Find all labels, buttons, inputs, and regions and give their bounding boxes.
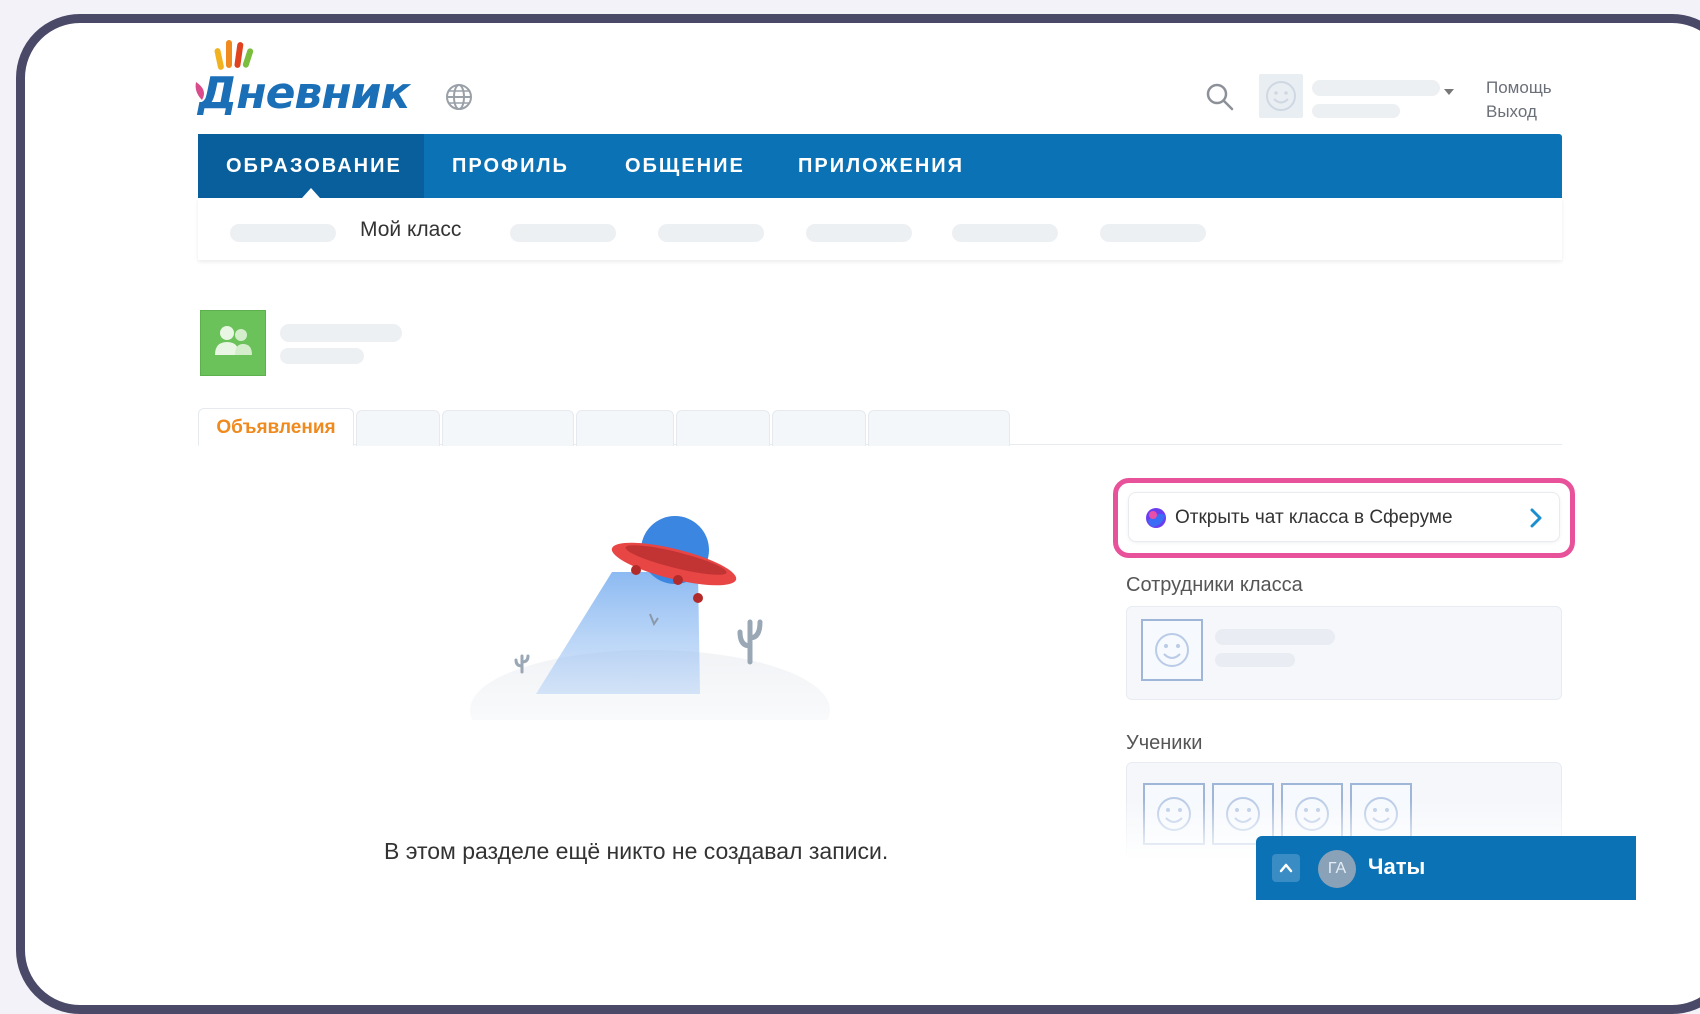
logo-text: Дневник	[198, 68, 410, 119]
highlight-frame	[1113, 478, 1575, 558]
main-nav: ОБРАЗОВАНИЕ ПРОФИЛЬ ОБЩЕНИЕ ПРИЛОЖЕНИЯ	[198, 134, 1562, 198]
tab-placeholder[interactable]	[356, 410, 440, 446]
ufo-illustration-icon	[470, 516, 830, 720]
users-icon	[215, 326, 252, 355]
logout-link[interactable]: Выход	[1486, 102, 1537, 122]
tab-announcements[interactable]: Объявления	[198, 408, 354, 446]
nav-item-communication[interactable]: ОБЩЕНИЕ	[625, 134, 745, 198]
help-link[interactable]: Помощь	[1486, 78, 1552, 98]
subnav-item-placeholder[interactable]	[952, 224, 1058, 242]
class-info-placeholder	[280, 348, 364, 364]
smiley-placeholder-icon	[1155, 633, 1189, 667]
staff-avatar[interactable]	[1141, 619, 1203, 681]
subnav-item-placeholder[interactable]	[230, 224, 336, 242]
nav-pointer	[302, 188, 320, 198]
staff-name-placeholder	[1215, 629, 1335, 645]
subnav-item-placeholder[interactable]	[806, 224, 912, 242]
tab-placeholder[interactable]	[868, 410, 1010, 446]
user-name-placeholder	[1312, 80, 1440, 96]
tab-placeholder[interactable]	[442, 410, 574, 446]
dnevnik-logo[interactable]: Дневник	[195, 38, 410, 119]
chevron-down-icon[interactable]	[1444, 88, 1454, 96]
staff-role-placeholder	[1215, 653, 1295, 667]
chats-widget[interactable]: ГА Чаты	[1256, 836, 1636, 900]
tab-placeholder[interactable]	[576, 410, 674, 446]
nav-item-profile[interactable]: ПРОФИЛЬ	[452, 134, 569, 198]
subnav-item-my-class[interactable]: Мой класс	[360, 218, 461, 242]
chats-label: Чаты	[1368, 854, 1426, 879]
staff-card	[1126, 606, 1562, 700]
user-role-placeholder	[1312, 104, 1400, 118]
staff-section-title: Сотрудники класса	[1126, 574, 1303, 596]
search-icon[interactable]	[1205, 82, 1235, 112]
class-avatar	[200, 310, 266, 376]
chats-user-avatar: ГА	[1318, 850, 1356, 888]
chevron-up-icon	[1279, 863, 1293, 873]
tab-placeholder[interactable]	[772, 410, 866, 446]
smiley-placeholder-icon	[1266, 81, 1296, 111]
class-name-placeholder	[280, 324, 402, 342]
tab-placeholder[interactable]	[676, 410, 770, 446]
globe-icon[interactable]	[444, 82, 474, 112]
subnav-item-placeholder[interactable]	[1100, 224, 1206, 242]
nav-item-apps[interactable]: ПРИЛОЖЕНИЯ	[798, 134, 964, 198]
expand-chats-button[interactable]	[1272, 854, 1300, 882]
user-avatar[interactable]	[1259, 74, 1303, 118]
subnav-item-placeholder[interactable]	[658, 224, 764, 242]
students-section-title: Ученики	[1126, 732, 1203, 754]
subnav-item-placeholder[interactable]	[510, 224, 616, 242]
empty-state-message: В этом разделе ещё никто не создавал зап…	[384, 838, 889, 864]
